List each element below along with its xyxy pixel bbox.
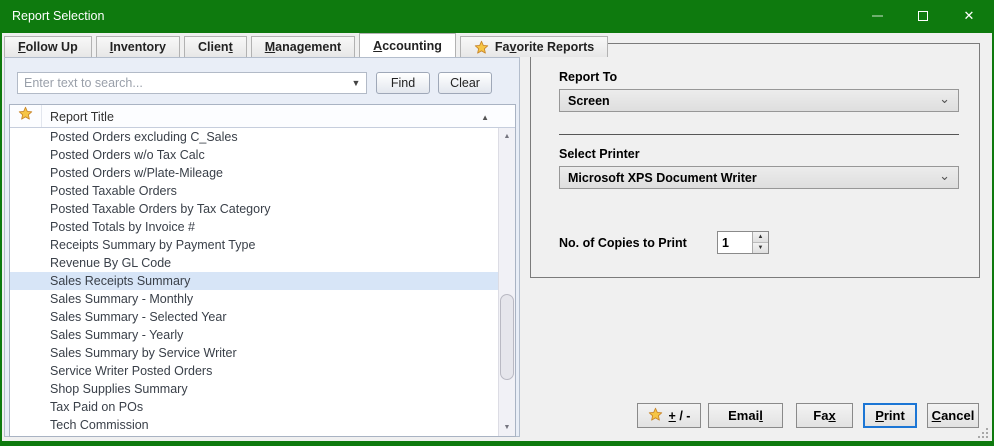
titlebar[interactable]: Report Selection ✕ <box>0 0 994 33</box>
grid-header[interactable]: Report Title ▲ <box>10 105 515 128</box>
list-item[interactable]: Service Writer Posted Orders <box>10 362 515 380</box>
copies-input[interactable] <box>718 232 752 253</box>
list-item[interactable]: Posted Orders excluding C_Sales <box>10 128 515 146</box>
dialog-content: Follow Up Inventory Client Management Ac… <box>2 33 992 441</box>
tab-accelerator: v <box>510 40 517 54</box>
spin-up-icon[interactable]: ▲ <box>753 232 768 243</box>
list-item[interactable]: Posted Taxable Orders <box>10 182 515 200</box>
tab-client[interactable]: Client <box>184 36 247 57</box>
minimize-button[interactable] <box>854 0 900 31</box>
tab-management[interactable]: Management <box>251 36 355 57</box>
list-item[interactable]: Tech Commission <box>10 416 515 434</box>
close-icon: ✕ <box>964 9 975 22</box>
find-button[interactable]: Find <box>376 72 430 94</box>
tab-label: Clien <box>198 40 229 54</box>
print-options-group: Report To Screen ⌄ Select Printer Micros… <box>530 43 980 278</box>
tab-label-rest: anagement <box>275 40 341 54</box>
window-title: Report Selection <box>12 9 104 23</box>
scrollbar-thumb[interactable] <box>500 294 514 380</box>
report-selection-window: Report Selection ✕ Follow Up Inventory C… <box>0 0 994 446</box>
tab-favorite-reports[interactable]: Favorite Reports <box>460 36 608 57</box>
tab-inventory[interactable]: Inventory <box>96 36 180 57</box>
report-to-value: Screen <box>568 94 610 108</box>
tab-follow-up[interactable]: Follow Up <box>4 36 92 57</box>
list-item[interactable]: Posted Taxable Orders by Tax Category <box>10 200 515 218</box>
fax-button[interactable]: Fax <box>796 403 853 428</box>
report-list: Posted Orders excluding C_SalesPosted Or… <box>10 128 515 436</box>
spin-buttons: ▲ ▼ <box>752 232 768 253</box>
list-item[interactable]: Sales Summary - Monthly <box>10 290 515 308</box>
minimize-icon <box>872 15 883 17</box>
spin-down-icon[interactable]: ▼ <box>753 243 768 253</box>
tab-label: Fa <box>495 40 510 54</box>
list-item[interactable]: Sales Summary by Service Writer <box>10 344 515 362</box>
tab-strip: Follow Up Inventory Client Management Ac… <box>4 33 608 57</box>
list-item[interactable]: Shop Supplies Summary <box>10 380 515 398</box>
list-item[interactable]: Sales Summary - Selected Year <box>10 308 515 326</box>
tab-accelerator: M <box>265 40 275 54</box>
printer-select[interactable]: Microsoft XPS Document Writer ⌄ <box>559 166 959 189</box>
list-item[interactable]: Sales Receipts Summary <box>10 272 515 290</box>
list-item[interactable]: Tax Paid on POs <box>10 398 515 416</box>
tab-label-rest: ccounting <box>382 39 442 53</box>
list-item[interactable]: Revenue By GL Code <box>10 254 515 272</box>
tab-label-rest: nventory <box>113 40 166 54</box>
resize-grip-icon[interactable] <box>978 428 989 439</box>
chevron-down-icon: ⌄ <box>939 91 950 107</box>
print-button[interactable]: Print <box>863 403 917 428</box>
search-dropdown-icon[interactable]: ▼ <box>346 73 366 93</box>
report-to-label: Report To <box>559 70 617 84</box>
copies-label: No. of Copies to Print <box>559 236 687 250</box>
chevron-down-icon: ⌄ <box>939 168 950 184</box>
divider <box>559 134 959 135</box>
favorite-column-header[interactable] <box>10 105 42 127</box>
scroll-down-icon[interactable]: ▼ <box>499 419 515 436</box>
list-item[interactable]: Posted Orders w/o Tax Calc <box>10 146 515 164</box>
email-button[interactable]: Email <box>708 403 783 428</box>
search-input[interactable] <box>18 73 346 93</box>
report-grid: Report Title ▲ Posted Orders excluding C… <box>9 104 516 437</box>
favorites-toggle-button[interactable]: + / - <box>637 403 701 428</box>
report-title-column-header[interactable]: Report Title <box>50 110 114 124</box>
report-list-panel: ▼ Find Clear Report Title ▲ Posted Order… <box>4 57 520 437</box>
tab-accelerator: t <box>229 40 233 54</box>
tab-accelerator: F <box>18 40 26 54</box>
copies-stepper: ▲ ▼ <box>717 231 769 254</box>
list-item[interactable]: Sales Summary - Yearly <box>10 326 515 344</box>
close-button[interactable]: ✕ <box>946 0 992 31</box>
sort-ascending-icon[interactable]: ▲ <box>481 113 489 122</box>
list-item[interactable]: Posted Totals by Invoice # <box>10 218 515 236</box>
scroll-up-icon[interactable]: ▲ <box>499 128 515 145</box>
maximize-button[interactable] <box>900 0 946 31</box>
list-item[interactable]: Tech Commission Based on Billed Hours <box>10 434 515 436</box>
tab-accelerator: A <box>373 39 382 53</box>
search-box: ▼ <box>17 72 367 94</box>
tab-accounting[interactable]: Accounting <box>359 33 456 57</box>
report-to-select[interactable]: Screen ⌄ <box>559 89 959 112</box>
clear-button[interactable]: Clear <box>438 72 492 94</box>
vertical-scrollbar[interactable]: ▲ ▼ <box>498 128 515 436</box>
star-icon <box>648 407 663 425</box>
cancel-button[interactable]: Cancel <box>927 403 979 428</box>
printer-value: Microsoft XPS Document Writer <box>568 171 757 185</box>
select-printer-label: Select Printer <box>559 147 640 161</box>
star-icon <box>18 106 33 126</box>
list-item[interactable]: Receipts Summary by Payment Type <box>10 236 515 254</box>
list-item[interactable]: Posted Orders w/Plate-Mileage <box>10 164 515 182</box>
tab-label-rest: ollow Up <box>26 40 78 54</box>
window-controls: ✕ <box>854 0 992 31</box>
tab-label-rest: orite Reports <box>516 40 594 54</box>
maximize-icon <box>918 11 928 21</box>
star-icon <box>474 40 489 55</box>
